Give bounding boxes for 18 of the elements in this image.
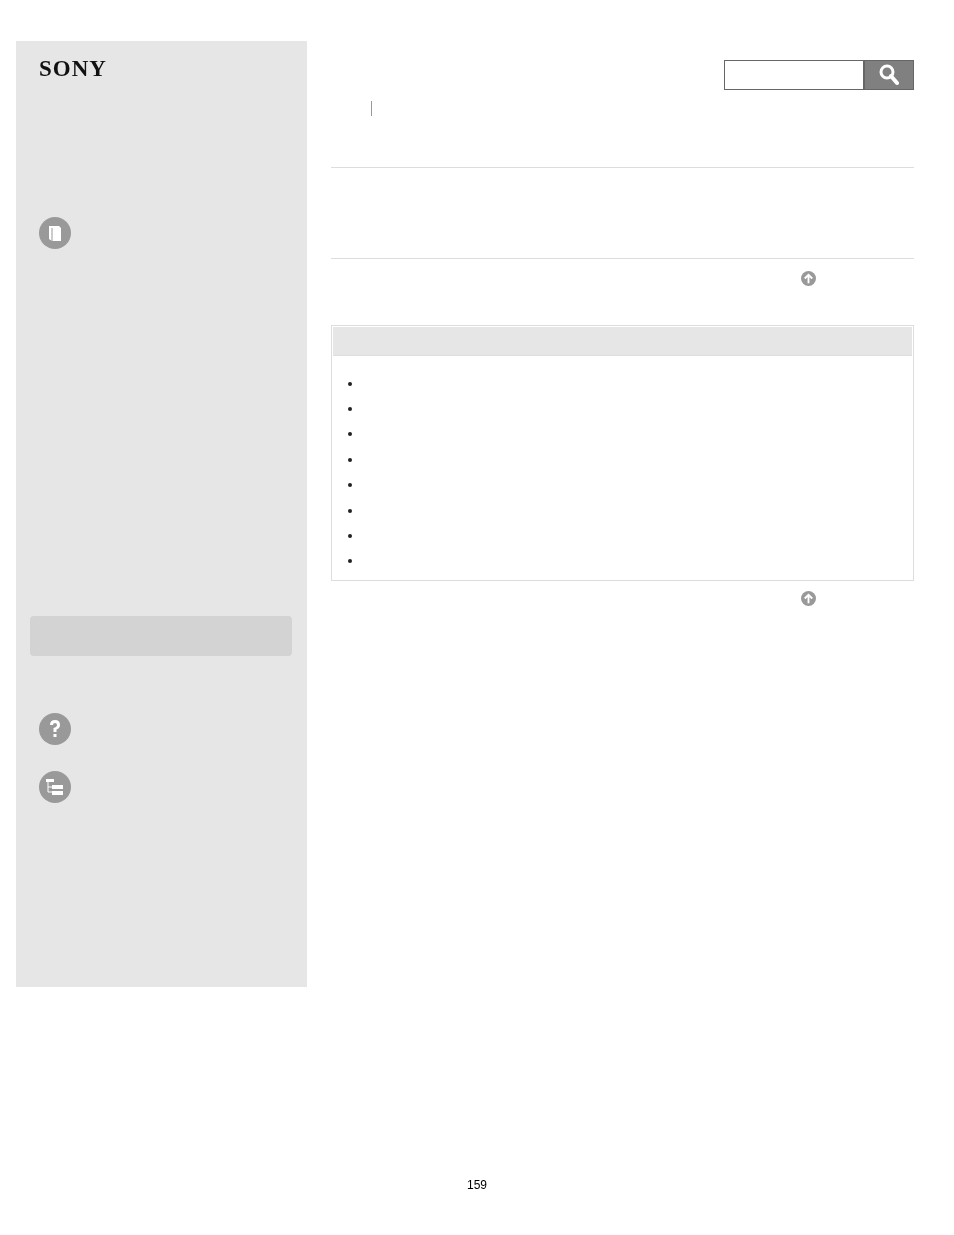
search-icon bbox=[879, 64, 899, 86]
bullet-icon bbox=[348, 483, 352, 488]
bullet-icon bbox=[348, 559, 352, 564]
arrow-up-icon[interactable] bbox=[801, 271, 816, 286]
page-number: 159 bbox=[467, 1177, 487, 1194]
book-icon[interactable] bbox=[39, 217, 71, 249]
search-field[interactable] bbox=[724, 60, 864, 90]
sony-logo[interactable]: SONY bbox=[39, 58, 107, 80]
bullet-icon bbox=[348, 457, 352, 462]
bullet-icon bbox=[348, 381, 352, 386]
help-icon[interactable] bbox=[39, 713, 71, 745]
bullet-icon bbox=[348, 432, 352, 437]
tree-icon[interactable] bbox=[39, 771, 71, 803]
arrow-up-icon[interactable] bbox=[801, 591, 816, 606]
bullet-icon bbox=[348, 534, 352, 539]
bullet-icon bbox=[348, 508, 352, 513]
bullet-icon bbox=[348, 407, 352, 412]
search-button[interactable] bbox=[864, 60, 914, 90]
